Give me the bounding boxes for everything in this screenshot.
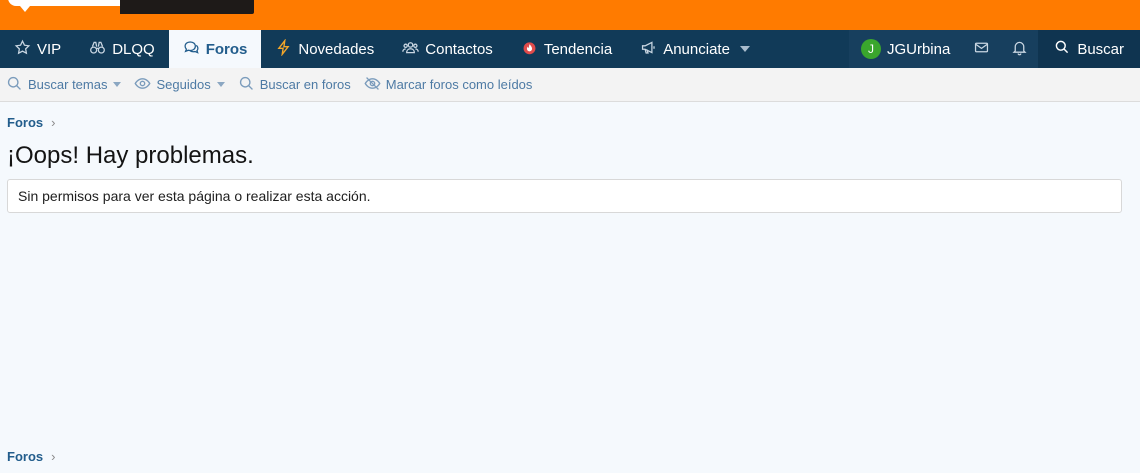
avatar: J	[860, 39, 881, 59]
search-icon	[1054, 39, 1070, 59]
tab-dlqq[interactable]: DLQQ	[75, 30, 169, 68]
comments-icon	[183, 39, 200, 60]
watched-label: Seguidos	[156, 77, 211, 92]
tab-foros[interactable]: Foros	[168, 30, 262, 68]
eye-icon	[134, 75, 151, 95]
tab-novedades-label: Novedades	[298, 40, 375, 58]
page-title: ¡Oops! Hay problemas.	[7, 142, 254, 169]
chevron-down-icon[interactable]	[113, 82, 122, 87]
mark-forums-read-link[interactable]: Marcar foros como leídos	[364, 75, 533, 95]
mark-forums-read-label: Marcar foros como leídos	[385, 77, 533, 92]
tab-anunciate-label: Anunciate	[663, 40, 730, 58]
search-label: Buscar	[1077, 40, 1124, 58]
top-banner	[0, 0, 1140, 30]
bolt-icon	[275, 37, 292, 60]
tab-anunciate[interactable]: Anunciate	[626, 30, 764, 68]
binoculars-icon	[89, 39, 106, 60]
error-message-box: Sin permisos para ver esta página o real…	[7, 179, 1122, 213]
fire-icon	[521, 39, 538, 60]
breadcrumb-bottom: Foros ›	[7, 449, 55, 464]
logo-dark-shape	[120, 0, 254, 14]
breadcrumb: Foros ›	[7, 115, 55, 130]
tab-contactos-label: Contactos	[425, 40, 493, 58]
search-forums-label: Buscar en foros	[259, 77, 351, 92]
tab-contactos[interactable]: Contactos	[388, 30, 507, 68]
tab-dlqq-label: DLQQ	[112, 40, 155, 58]
tab-vip[interactable]: VIP	[0, 30, 75, 68]
main-content: Foros › ¡Oops! Hay problemas. Sin permis…	[0, 102, 1140, 472]
search-icon	[6, 75, 23, 95]
tab-vip-label: VIP	[37, 40, 62, 58]
search-icon	[238, 75, 255, 95]
search-threads-label: Buscar temas	[28, 77, 108, 92]
chevron-right-icon: ›	[51, 115, 56, 130]
logo-speech-tail	[20, 6, 30, 12]
search-forums-link[interactable]: Buscar en foros	[238, 75, 351, 95]
error-message: Sin permisos para ver esta página o real…	[18, 188, 371, 204]
star-icon	[14, 39, 31, 60]
inbox-button[interactable]	[962, 30, 1001, 68]
tab-tendencia[interactable]: Tendencia	[507, 30, 626, 68]
nav-user-area: J JGUrbina Buscar	[848, 30, 1140, 68]
envelope-icon	[973, 39, 990, 60]
tab-novedades[interactable]: Novedades	[261, 30, 388, 68]
bell-icon	[1011, 39, 1028, 60]
search-threads-link[interactable]: Buscar temas	[6, 75, 122, 95]
breadcrumb-forums-link[interactable]: Foros	[7, 115, 43, 130]
chevron-down-icon[interactable]	[216, 82, 225, 87]
tab-tendencia-label: Tendencia	[543, 40, 613, 58]
chevron-right-icon: ›	[51, 449, 56, 464]
watched-link[interactable]: Seguidos	[134, 75, 225, 95]
main-navigation: VIP DLQQ Foros Novedades Contactos Tende…	[0, 30, 1140, 68]
megaphone-icon	[640, 39, 657, 60]
breadcrumb-forums-link[interactable]: Foros	[7, 449, 43, 464]
username: JGUrbina	[886, 40, 951, 58]
tab-foros-label: Foros	[205, 40, 248, 58]
alerts-button[interactable]	[1000, 30, 1039, 68]
search-button[interactable]: Buscar	[1038, 30, 1140, 68]
eye-slash-icon	[364, 75, 381, 95]
users-icon	[402, 39, 420, 60]
chevron-down-icon[interactable]	[739, 46, 750, 52]
user-account-link[interactable]: J JGUrbina	[848, 30, 963, 68]
sub-navigation: Buscar temas Seguidos Buscar en foros Ma…	[0, 68, 1140, 102]
